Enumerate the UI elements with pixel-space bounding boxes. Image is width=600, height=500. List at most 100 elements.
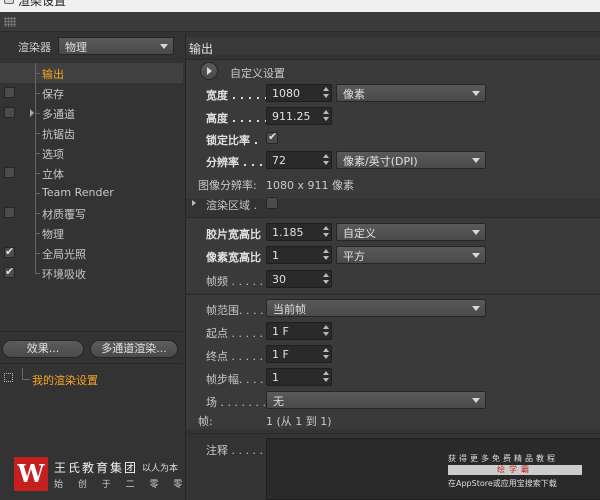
spinner-icon[interactable] <box>323 86 329 100</box>
frame-range-row: 帧范围. . . . . 当前帧 <box>186 298 600 318</box>
app-icon <box>4 0 14 4</box>
chevron-down-icon <box>472 230 480 235</box>
film-aspect-row: 胶片宽高比 1.185 自定义 <box>186 222 600 242</box>
panel-header: 输出 <box>186 37 600 56</box>
frames-row: 帧: 1 (从 1 到 1) <box>186 409 600 429</box>
render-setting-icon <box>4 373 13 382</box>
tree-item[interactable]: 全局光照 <box>0 243 183 263</box>
fps-input[interactable]: 30 <box>266 270 332 288</box>
grip-icon[interactable] <box>4 17 16 27</box>
start-label: 起点 . . . . . <box>206 327 263 340</box>
tree-item-checkbox[interactable] <box>4 87 15 98</box>
pixel-aspect-input[interactable]: 1 <box>266 246 332 264</box>
multipass-render-button[interactable]: 多通道渲染... <box>90 340 178 358</box>
tree-item-checkbox[interactable] <box>4 265 15 278</box>
chevron-down-icon <box>472 398 480 403</box>
spinner-icon[interactable] <box>323 153 329 167</box>
resolution-unit-select[interactable]: 像素/英寸(DPI) <box>336 151 486 169</box>
spinner-icon[interactable] <box>323 225 329 239</box>
renderer-select[interactable]: 物理 <box>58 37 174 55</box>
field-value: 无 <box>273 395 284 408</box>
height-input[interactable]: 911.25 <box>266 107 332 125</box>
frame-range-select[interactable]: 当前帧 <box>266 299 486 317</box>
pixel-aspect-preset: 平方 <box>343 250 365 263</box>
tree-item[interactable]: 输出 <box>0 63 183 83</box>
tree-item-label: 保存 <box>42 88 64 101</box>
chevron-down-icon <box>160 44 168 49</box>
lock-ratio-checkbox[interactable] <box>266 130 278 144</box>
tree-line <box>35 113 40 114</box>
film-aspect-value: 1.185 <box>272 226 304 239</box>
expand-arrow-icon[interactable] <box>192 200 196 206</box>
tree-line <box>35 93 40 94</box>
spinner-icon[interactable] <box>323 347 329 361</box>
promo-line3: 在AppStore或应用宝搜索下载 <box>448 479 557 488</box>
spinner-icon[interactable] <box>323 370 329 384</box>
render-region-label: 渲染区域 . <box>206 199 257 212</box>
width-row: 宽度 . . . . . 1080 像素 <box>186 83 600 103</box>
start-value: 1 F <box>272 325 289 338</box>
width-input[interactable]: 1080 <box>266 84 332 102</box>
tree-item-checkbox[interactable] <box>4 245 15 258</box>
spinner-icon[interactable] <box>323 324 329 338</box>
divider <box>0 331 183 332</box>
spinner-icon[interactable] <box>323 109 329 123</box>
film-aspect-input[interactable]: 1.185 <box>266 223 332 241</box>
tree-item[interactable]: 选项 <box>0 143 183 163</box>
tree-item[interactable]: 立体 <box>0 163 183 183</box>
expand-arrow-icon[interactable] <box>30 109 34 117</box>
tree-item-checkbox[interactable] <box>4 207 15 218</box>
tree-item-label: 材质覆写 <box>42 208 86 221</box>
tree-item-label: 输出 <box>42 68 64 81</box>
pixel-aspect-label: 像素宽高比 <box>206 251 261 264</box>
lock-ratio-row: 锁定比率 . <box>186 128 600 148</box>
preset-play-button[interactable] <box>200 62 218 80</box>
frames-label: 帧: <box>198 415 213 428</box>
start-input[interactable]: 1 F <box>266 322 332 340</box>
tree-item-label: 物理 <box>42 228 64 241</box>
step-input[interactable]: 1 <box>266 368 332 386</box>
spinner-icon[interactable] <box>323 248 329 262</box>
tree-item[interactable]: Team Render <box>0 183 183 203</box>
effects-button[interactable]: 效果... <box>2 340 84 358</box>
tree-item-label: 环境吸收 <box>42 268 86 281</box>
width-value: 1080 <box>272 87 300 100</box>
my-render-settings-item[interactable]: 我的渲染设置 <box>0 368 183 388</box>
notes-label: 注释 . . . . . <box>206 444 263 457</box>
aspect-section: 胶片宽高比 1.185 自定义 像素宽高比 1 平方 帧频 . . . . . <box>186 217 600 293</box>
pixel-aspect-row: 像素宽高比 1 平方 <box>186 245 600 265</box>
chevron-down-icon <box>472 91 480 96</box>
tree-item-checkbox[interactable] <box>4 107 15 118</box>
tree-item[interactable]: 环境吸收 <box>0 263 183 283</box>
tree-item[interactable]: 抗锯齿 <box>0 123 183 143</box>
tree-item[interactable]: 多通道 <box>0 103 183 123</box>
unit-select[interactable]: 像素 <box>336 84 486 102</box>
tree-item[interactable]: 材质覆写 <box>0 203 183 223</box>
brand-mark: W <box>14 457 48 491</box>
film-aspect-select[interactable]: 自定义 <box>336 223 486 241</box>
fps-row: 帧频 . . . . . 30 <box>186 269 600 289</box>
field-select[interactable]: 无 <box>266 391 486 409</box>
render-region-checkbox[interactable] <box>266 197 278 209</box>
spinner-icon[interactable] <box>323 272 329 286</box>
pixel-aspect-select[interactable]: 平方 <box>336 246 486 264</box>
renderer-label: 渲染器 <box>18 41 51 54</box>
promo-watermark: 获得更多免费精品教程 绘学霸 在AppStore或应用宝搜索下载 <box>448 453 588 493</box>
tree-item-label: Team Render <box>42 186 114 199</box>
tree-line <box>35 153 40 154</box>
end-input[interactable]: 1 F <box>266 345 332 363</box>
resolution-input[interactable]: 72 <box>266 151 332 169</box>
renderer-value: 物理 <box>65 41 87 54</box>
resolution-row: 分辨率 . . . . 72 像素/英寸(DPI) <box>186 150 600 170</box>
tree-item[interactable]: 保存 <box>0 83 183 103</box>
step-row: 帧步幅. . . . . 1 <box>186 367 600 387</box>
promo-line1: 获得更多免费精品教程 <box>448 454 558 463</box>
chevron-down-icon <box>472 253 480 258</box>
brand-tag: 以人为本 <box>142 464 179 474</box>
tree-item[interactable]: 物理 <box>0 223 183 243</box>
resolution-section: 自定义设置 宽度 . . . . . 1080 像素 高度 . . . . . … <box>186 59 600 199</box>
chevron-down-icon <box>472 158 480 163</box>
panel-title: 输出 <box>189 42 214 56</box>
tree-item-checkbox[interactable] <box>4 167 15 178</box>
chevron-down-icon <box>472 306 480 311</box>
